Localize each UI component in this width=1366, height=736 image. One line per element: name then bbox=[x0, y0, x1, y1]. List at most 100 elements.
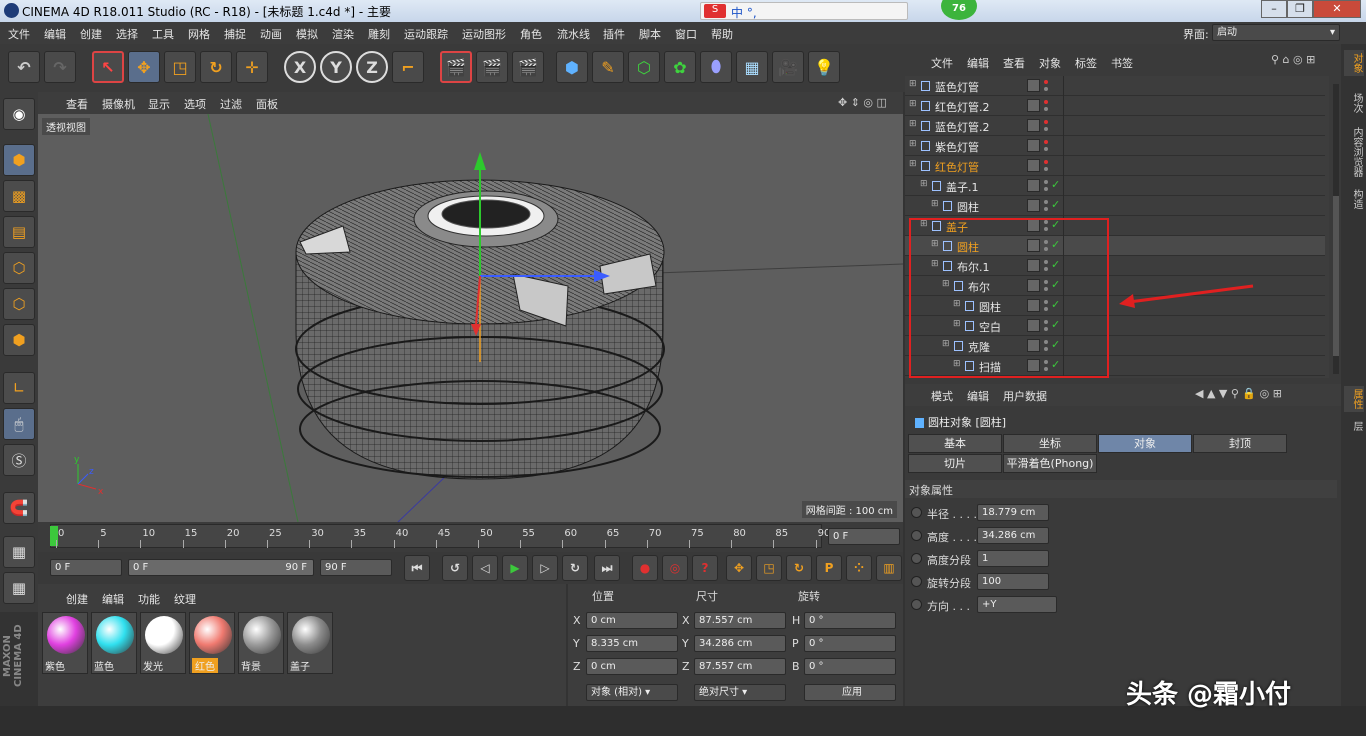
position-field[interactable]: 0 cm bbox=[586, 612, 678, 629]
auto-key-icon[interactable]: ◎ bbox=[662, 555, 688, 581]
menu-item[interactable]: 创建 bbox=[80, 26, 102, 42]
attribute-menu-item[interactable]: 编辑 bbox=[967, 388, 989, 404]
material-menu-item[interactable]: 编辑 bbox=[102, 591, 124, 607]
redo-icon[interactable]: ↷ bbox=[44, 51, 76, 83]
attribute-tab[interactable]: 切片 bbox=[908, 454, 1002, 473]
attribute-tab[interactable]: 基本 bbox=[908, 434, 1002, 453]
side-tab[interactable]: 场次 bbox=[1344, 90, 1364, 116]
cloner-icon[interactable]: ✿ bbox=[664, 51, 696, 83]
object-menu-item[interactable]: 查看 bbox=[1003, 55, 1025, 71]
expand-icon[interactable]: ⊞ bbox=[909, 159, 917, 169]
points-mode-icon[interactable]: ⬡ bbox=[3, 252, 35, 284]
texture-mode-icon[interactable]: ▩ bbox=[3, 180, 35, 212]
material-menu-item[interactable]: 创建 bbox=[66, 591, 88, 607]
object-list-scrollbar[interactable] bbox=[1333, 84, 1339, 374]
visibility-dot-icon[interactable] bbox=[1044, 100, 1048, 104]
render-dot-icon[interactable] bbox=[1044, 167, 1048, 171]
menu-item[interactable]: 文件 bbox=[8, 26, 30, 42]
material-swatch[interactable]: 紫色 bbox=[42, 612, 88, 674]
play-icon[interactable]: ▶ bbox=[502, 555, 528, 581]
record-icon[interactable]: ● bbox=[632, 555, 658, 581]
current-frame-field[interactable]: 0 F bbox=[828, 528, 900, 545]
object-row[interactable]: ⊞ 蓝色灯管.2 bbox=[905, 116, 1325, 136]
menu-item[interactable]: 运动图形 bbox=[462, 26, 506, 42]
material-swatch[interactable]: 盖子 bbox=[287, 612, 333, 674]
layout-select[interactable]: 启动 ▾ bbox=[1212, 24, 1340, 41]
animate-radio-icon[interactable] bbox=[911, 553, 922, 564]
material-menu-item[interactable]: 功能 bbox=[138, 591, 160, 607]
material-swatch[interactable]: 红色 bbox=[189, 612, 235, 674]
size-mode-select[interactable]: 绝对尺寸 ▾ bbox=[694, 684, 786, 701]
make-editable-icon[interactable]: ◉ bbox=[3, 98, 35, 130]
attribute-value[interactable]: 34.286 cm bbox=[977, 527, 1049, 544]
go-to-end-icon[interactable]: ⏭ bbox=[594, 555, 620, 581]
side-tab[interactable]: 对象 bbox=[1344, 50, 1364, 76]
render-dot-icon[interactable] bbox=[1044, 147, 1048, 151]
axis-mode-icon[interactable]: ∟ bbox=[3, 372, 35, 404]
menu-item[interactable]: 流水线 bbox=[557, 26, 590, 42]
object-name[interactable]: 蓝色灯管 bbox=[935, 79, 979, 95]
undo-icon[interactable]: ↶ bbox=[8, 51, 40, 83]
floor-icon[interactable]: ▦ bbox=[736, 51, 768, 83]
expand-icon[interactable]: ⊞ bbox=[909, 139, 917, 149]
render-dot-icon[interactable] bbox=[1044, 107, 1048, 111]
camera-icon[interactable]: 🎥 bbox=[772, 51, 804, 83]
magnet-icon[interactable]: 🧲 bbox=[3, 492, 35, 524]
attribute-value[interactable]: 18.779 cm bbox=[977, 504, 1049, 521]
start-frame-field[interactable]: 0 F bbox=[50, 559, 122, 576]
end-frame-field[interactable]: 90 F bbox=[320, 559, 392, 576]
object-menu-item[interactable]: 书签 bbox=[1111, 55, 1133, 71]
coordinate-system-icon[interactable]: ⌐ bbox=[392, 51, 424, 83]
layer-icon[interactable] bbox=[1027, 119, 1040, 132]
key-scale-icon[interactable]: ◳ bbox=[756, 555, 782, 581]
key-position-icon[interactable]: ✥ bbox=[726, 555, 752, 581]
render-dot-icon[interactable] bbox=[1044, 207, 1048, 211]
menu-item[interactable]: 动画 bbox=[260, 26, 282, 42]
layer-icon[interactable] bbox=[1027, 199, 1040, 212]
y-axis-lock[interactable]: Y bbox=[320, 51, 352, 83]
polygons-mode-icon[interactable]: ⬢ bbox=[3, 324, 35, 356]
object-name[interactable]: 红色灯管.2 bbox=[935, 99, 990, 115]
render-dot-icon[interactable] bbox=[1044, 127, 1048, 131]
go-to-start-icon[interactable]: ⏮ bbox=[404, 555, 430, 581]
animate-radio-icon[interactable] bbox=[911, 507, 922, 518]
key-pla-icon[interactable]: ⁘ bbox=[846, 555, 872, 581]
attribute-tab[interactable]: 平滑着色(Phong) bbox=[1003, 454, 1097, 473]
menu-item[interactable]: 插件 bbox=[603, 26, 625, 42]
apply-button[interactable]: 应用 bbox=[804, 684, 896, 701]
side-tab[interactable]: 属性 bbox=[1344, 386, 1364, 412]
attribute-nav-icons[interactable]: ◀ ▲ ▼ ⚲ 🔒 ◎ ⊞ bbox=[1195, 387, 1282, 400]
size-field[interactable]: 34.286 cm bbox=[694, 635, 786, 652]
object-row[interactable]: ⊞ 红色灯管.2 bbox=[905, 96, 1325, 116]
ime-toolbar[interactable]: S 中 °, bbox=[700, 2, 908, 20]
viewport-menu-item[interactable]: 选项 bbox=[184, 96, 206, 112]
object-manager-tools-icons[interactable]: ⚲ ⌂ ◎ ⊞ bbox=[1271, 53, 1315, 66]
keyframe-selection-icon[interactable]: ? bbox=[692, 555, 718, 581]
object-name[interactable]: 红色灯管 bbox=[935, 159, 979, 175]
side-tab[interactable]: 构造 bbox=[1344, 186, 1364, 212]
viewport-menu-item[interactable]: 显示 bbox=[148, 96, 170, 112]
layer-icon[interactable] bbox=[1027, 79, 1040, 92]
snap-icon[interactable]: Ⓢ bbox=[3, 444, 35, 476]
visibility-dot-icon[interactable] bbox=[1044, 80, 1048, 84]
previous-key-icon[interactable]: ↺ bbox=[442, 555, 468, 581]
menu-item[interactable]: 捕捉 bbox=[224, 26, 246, 42]
menu-item[interactable]: 角色 bbox=[520, 26, 542, 42]
layer-icon[interactable] bbox=[1027, 179, 1040, 192]
next-key-icon[interactable]: ↻ bbox=[562, 555, 588, 581]
material-swatch[interactable]: 发光 bbox=[140, 612, 186, 674]
rotation-field[interactable]: 0 ° bbox=[804, 658, 896, 675]
minimize-button[interactable]: – bbox=[1261, 0, 1287, 18]
render-settings-icon[interactable]: 🎬 bbox=[512, 51, 544, 83]
recent-tool-icon[interactable]: ✛ bbox=[236, 51, 268, 83]
animate-radio-icon[interactable] bbox=[911, 530, 922, 541]
menu-item[interactable]: 工具 bbox=[152, 26, 174, 42]
object-menu-item[interactable]: 文件 bbox=[931, 55, 953, 71]
close-button[interactable]: ✕ bbox=[1313, 0, 1361, 18]
attribute-menu-item[interactable]: 模式 bbox=[931, 388, 953, 404]
material-swatch[interactable]: 蓝色 bbox=[91, 612, 137, 674]
visibility-dot-icon[interactable] bbox=[1044, 140, 1048, 144]
attribute-menu-item[interactable]: 用户数据 bbox=[1003, 388, 1047, 404]
animate-radio-icon[interactable] bbox=[911, 599, 922, 610]
object-menu-item[interactable]: 标签 bbox=[1075, 55, 1097, 71]
